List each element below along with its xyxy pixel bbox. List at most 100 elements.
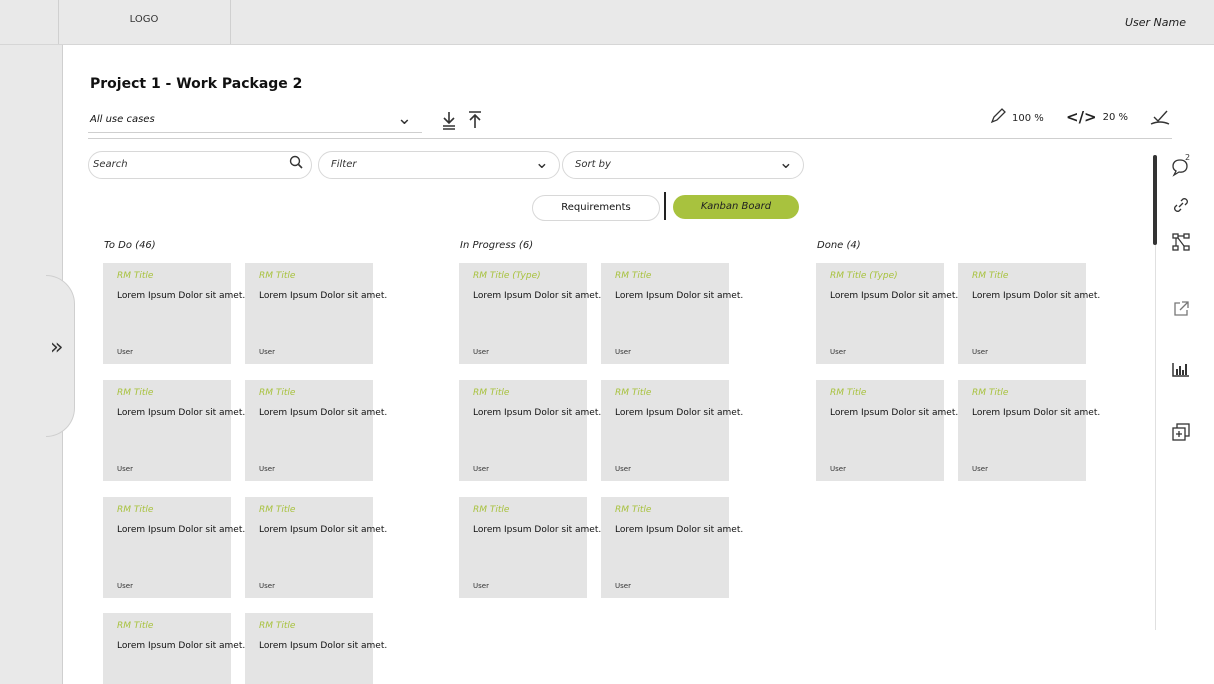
kanban-card[interactable]: RM Title Lorem Ipsum Dolor sit amet. Use… <box>958 380 1100 481</box>
kanban-card[interactable]: RM Title Lorem Ipsum Dolor sit amet. Use… <box>245 263 387 364</box>
external-link-icon[interactable] <box>1170 300 1192 322</box>
kanban-card[interactable]: RM Title (Type) Lorem Ipsum Dolor sit am… <box>816 263 958 364</box>
kanban-card[interactable]: RM Title (Type) Lorem Ipsum Dolor sit am… <box>459 263 601 364</box>
add-layer-icon[interactable] <box>1170 422 1192 444</box>
card-title: RM Title <box>615 505 652 515</box>
side-panel-collapsed: » <box>0 45 75 684</box>
card-title: RM Title <box>117 621 154 631</box>
card-user: User <box>259 465 275 473</box>
card-title: RM Title <box>259 271 296 281</box>
card-user: User <box>117 582 133 590</box>
card-title: RM Title <box>615 271 652 281</box>
card-title: RM Title <box>117 505 154 515</box>
card-user: User <box>473 348 489 356</box>
card-user: User <box>830 465 846 473</box>
link-icon[interactable] <box>1170 196 1192 218</box>
kanban-card[interactable]: RM Title Lorem Ipsum Dolor sit amet. Use… <box>459 380 601 481</box>
kanban-card[interactable]: RM Title Lorem Ipsum Dolor sit amet. Use… <box>103 380 245 481</box>
search-input[interactable]: Search <box>88 151 312 179</box>
tab-kanban-board[interactable]: Kanban Board <box>673 195 799 219</box>
code-icon: </> <box>1066 108 1097 126</box>
scrollbar-track <box>1155 245 1156 630</box>
edit-progress: 100 % <box>990 108 1044 128</box>
card-user: User <box>972 465 988 473</box>
chevron-down-icon: ⌄ <box>778 153 793 173</box>
toggle-divider <box>664 192 666 220</box>
card-description: Lorem Ipsum Dolor sit amet. <box>259 641 388 651</box>
kanban-card[interactable]: RM Title Lorem Ipsum Dolor sit amet. Use… <box>601 380 743 481</box>
logo[interactable]: LOGO <box>58 0 231 44</box>
card-description: Lorem Ipsum Dolor sit amet. <box>830 291 959 301</box>
card-user: User <box>473 465 489 473</box>
card-title: RM Title <box>830 388 867 398</box>
filter-placeholder: Filter <box>331 159 357 170</box>
kanban-card[interactable]: RM Title Lorem Ipsum Dolor sit amet. Use… <box>245 497 387 598</box>
card-user: User <box>830 348 846 356</box>
card-description: Lorem Ipsum Dolor sit amet. <box>473 408 602 418</box>
card-title: RM Title <box>259 505 296 515</box>
card-user: User <box>615 348 631 356</box>
card-title: RM Title <box>972 388 1009 398</box>
column-title-todo: To Do (46) <box>104 240 156 251</box>
sort-placeholder: Sort by <box>575 159 611 170</box>
expand-panel-icon[interactable]: » <box>50 337 63 359</box>
kanban-card[interactable]: RM Title Lorem Ipsum Dolor sit amet. Use… <box>245 380 387 481</box>
top-bar: LOGO User Name <box>0 0 1214 45</box>
card-description: Lorem Ipsum Dolor sit amet. <box>615 291 744 301</box>
upload-icon[interactable] <box>466 110 484 134</box>
kanban-card[interactable]: RM Title Lorem Ipsum Dolor sit amet. Use… <box>459 497 601 598</box>
card-title: RM Title <box>117 271 154 281</box>
card-user: User <box>117 465 133 473</box>
kanban-card[interactable]: RM Title Lorem Ipsum Dolor sit amet. Use… <box>958 263 1100 364</box>
use-case-select[interactable]: All use cases ⌄ <box>88 108 422 133</box>
card-description: Lorem Ipsum Dolor sit amet. <box>473 525 602 535</box>
card-user: User <box>259 582 275 590</box>
column-title-in-progress: In Progress (6) <box>460 240 534 251</box>
card-description: Lorem Ipsum Dolor sit amet. <box>473 291 602 301</box>
sort-select[interactable]: Sort by ⌄ <box>562 151 804 179</box>
card-description: Lorem Ipsum Dolor sit amet. <box>117 408 246 418</box>
bar-chart-icon[interactable] <box>1170 360 1192 382</box>
card-title: RM Title (Type) <box>473 271 541 281</box>
search-icon[interactable] <box>289 155 303 169</box>
card-title: RM Title <box>972 271 1009 281</box>
tab-requirements[interactable]: Requirements <box>532 195 660 221</box>
comment-icon[interactable]: 2 <box>1170 153 1192 178</box>
card-description: Lorem Ipsum Dolor sit amet. <box>117 291 246 301</box>
card-description: Lorem Ipsum Dolor sit amet. <box>615 525 744 535</box>
chevron-down-icon: ⌄ <box>534 153 549 173</box>
kanban-card[interactable]: RM Title Lorem Ipsum Dolor sit amet. Use… <box>816 380 958 481</box>
filter-select[interactable]: Filter ⌄ <box>318 151 560 179</box>
kanban-card[interactable]: RM Title Lorem Ipsum Dolor sit amet. <box>103 613 245 684</box>
card-title: RM Title (Type) <box>830 271 898 281</box>
card-description: Lorem Ipsum Dolor sit amet. <box>259 291 388 301</box>
page-title: Project 1 - Work Package 2 <box>90 76 303 92</box>
card-user: User <box>473 582 489 590</box>
user-name[interactable]: User Name <box>1125 16 1186 29</box>
card-title: RM Title <box>615 388 652 398</box>
pencil-icon <box>990 108 1006 128</box>
kanban-card[interactable]: RM Title Lorem Ipsum Dolor sit amet. Use… <box>601 497 743 598</box>
card-title: RM Title <box>259 621 296 631</box>
card-description: Lorem Ipsum Dolor sit amet. <box>259 525 388 535</box>
card-user: User <box>615 465 631 473</box>
kanban-card[interactable]: RM Title Lorem Ipsum Dolor sit amet. <box>245 613 387 684</box>
card-title: RM Title <box>473 388 510 398</box>
use-case-select-value: All use cases <box>90 114 155 125</box>
code-progress: </> 20 % <box>1066 108 1128 126</box>
kanban-card[interactable]: RM Title Lorem Ipsum Dolor sit amet. Use… <box>103 263 245 364</box>
card-title: RM Title <box>117 388 154 398</box>
hierarchy-icon[interactable] <box>1170 232 1192 254</box>
edit-progress-value: 100 % <box>1012 112 1044 124</box>
scrollbar-thumb[interactable] <box>1153 155 1157 245</box>
card-description: Lorem Ipsum Dolor sit amet. <box>259 408 388 418</box>
approve-icon[interactable] <box>1150 108 1170 130</box>
kanban-card[interactable]: RM Title Lorem Ipsum Dolor sit amet. Use… <box>103 497 245 598</box>
kanban-card[interactable]: RM Title Lorem Ipsum Dolor sit amet. Use… <box>601 263 743 364</box>
download-icon[interactable] <box>440 110 458 134</box>
card-description: Lorem Ipsum Dolor sit amet. <box>830 408 959 418</box>
card-description: Lorem Ipsum Dolor sit amet. <box>117 641 246 651</box>
card-title: RM Title <box>259 388 296 398</box>
logo-text: LOGO <box>129 14 159 25</box>
card-description: Lorem Ipsum Dolor sit amet. <box>972 291 1101 301</box>
